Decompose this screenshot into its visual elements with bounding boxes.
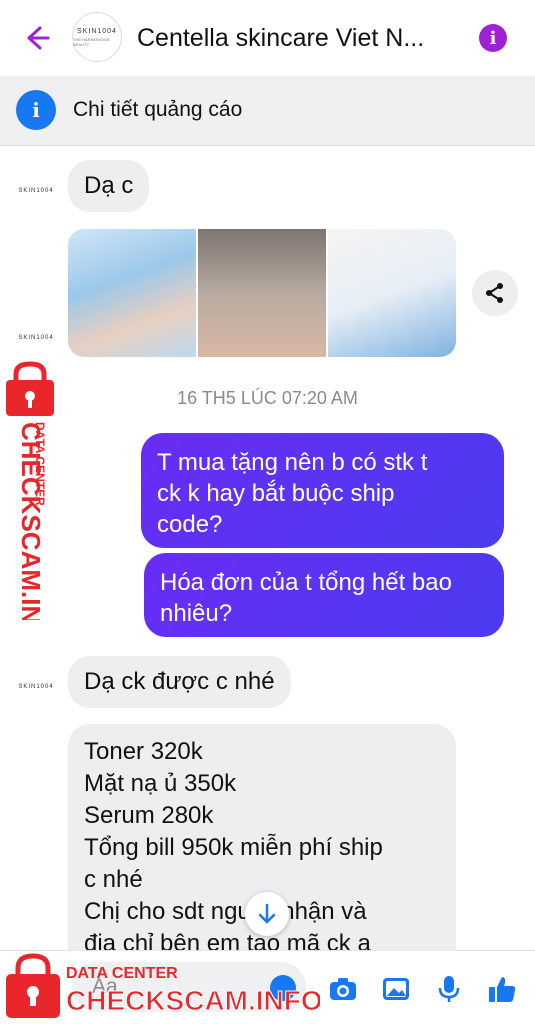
message-line: code?	[157, 511, 223, 538]
padlock-icon	[6, 361, 54, 416]
product-photo[interactable]	[328, 229, 456, 357]
message-timestamp: 16 TH5 LÚC 07:20 AM	[177, 388, 358, 408]
watermark-brand: CHECKSCAM.INFO	[66, 985, 320, 1016]
chat-header: SKIN1004 THE HARMONIOUS BEAUTY Centella …	[0, 0, 535, 76]
message-line: Mặt nạ ủ 350k	[84, 770, 237, 797]
padlock-icon	[6, 953, 60, 1018]
ad-details-label[interactable]: Chi tiết quảng cáo	[73, 98, 242, 122]
arrow-down-icon	[258, 903, 276, 924]
info-icon: i	[16, 90, 56, 130]
avatar-brand: SKIN1004	[18, 335, 54, 341]
avatar-brand: SKIN1004	[18, 684, 54, 690]
watermark-bottom: DATA CENTER CHECKSCAM.INFO	[6, 953, 320, 1018]
product-photo[interactable]	[198, 229, 326, 357]
avatar-brand: SKIN1004	[77, 27, 117, 35]
info-icon[interactable]: i	[479, 24, 507, 52]
incoming-message[interactable]: Dạ c	[68, 160, 150, 212]
avatar-brand: SKIN1004	[18, 188, 54, 194]
sender-avatar[interactable]: SKIN1004	[16, 684, 56, 698]
thumbs-up-icon[interactable]	[487, 974, 517, 1004]
camera-icon[interactable]	[328, 974, 358, 1004]
message-line: Tổng bill 950k miễn phí ship	[84, 834, 383, 861]
share-icon	[486, 283, 503, 303]
sender-avatar[interactable]: SKIN1004	[16, 188, 56, 202]
message-text: Dạ c	[84, 172, 134, 199]
watermark-label: DATA CENTER	[66, 965, 178, 982]
page-avatar[interactable]: SKIN1004 THE HARMONIOUS BEAUTY	[72, 12, 122, 62]
back-arrow-icon[interactable]	[20, 22, 52, 54]
message-line: nhiêu?	[160, 600, 233, 627]
photo-attachments	[68, 229, 456, 357]
message-line: c nhé	[84, 866, 143, 893]
message-text: Dạ ck được c nhé	[84, 668, 275, 695]
photo-icon[interactable]	[381, 974, 411, 1004]
watermark-label: DATA CENTER	[33, 422, 47, 506]
message-line: Toner 320k	[84, 738, 203, 765]
scroll-to-bottom-button[interactable]	[245, 892, 289, 936]
conversation-title[interactable]: Centella skincare Viet N...	[137, 24, 424, 53]
outgoing-message[interactable]: Hóa đơn của t tổng hết bao nhiêu?	[144, 553, 504, 637]
incoming-message[interactable]: Toner 320k Mặt nạ ủ 350k Serum 280k Tổng…	[68, 724, 456, 974]
product-photo[interactable]	[68, 229, 196, 357]
message-line: T mua tặng nên b có stk t	[157, 449, 428, 476]
share-button[interactable]	[472, 270, 518, 316]
sender-avatar[interactable]: SKIN1004	[16, 335, 56, 349]
watermark-side: CHECKSCAM.INFO DATA CENTER	[6, 361, 54, 620]
microphone-icon[interactable]	[434, 974, 464, 1004]
message-line: Hóa đơn của t tổng hết bao	[160, 569, 452, 596]
incoming-message[interactable]: Dạ ck được c nhé	[68, 656, 291, 708]
avatar-subtitle: THE HARMONIOUS BEAUTY	[73, 36, 110, 47]
outgoing-message[interactable]: T mua tặng nên b có stk t ck k hay bắt b…	[141, 433, 504, 548]
message-line: ck k hay bắt buộc ship	[157, 480, 395, 507]
message-line: Serum 280k	[84, 802, 214, 829]
